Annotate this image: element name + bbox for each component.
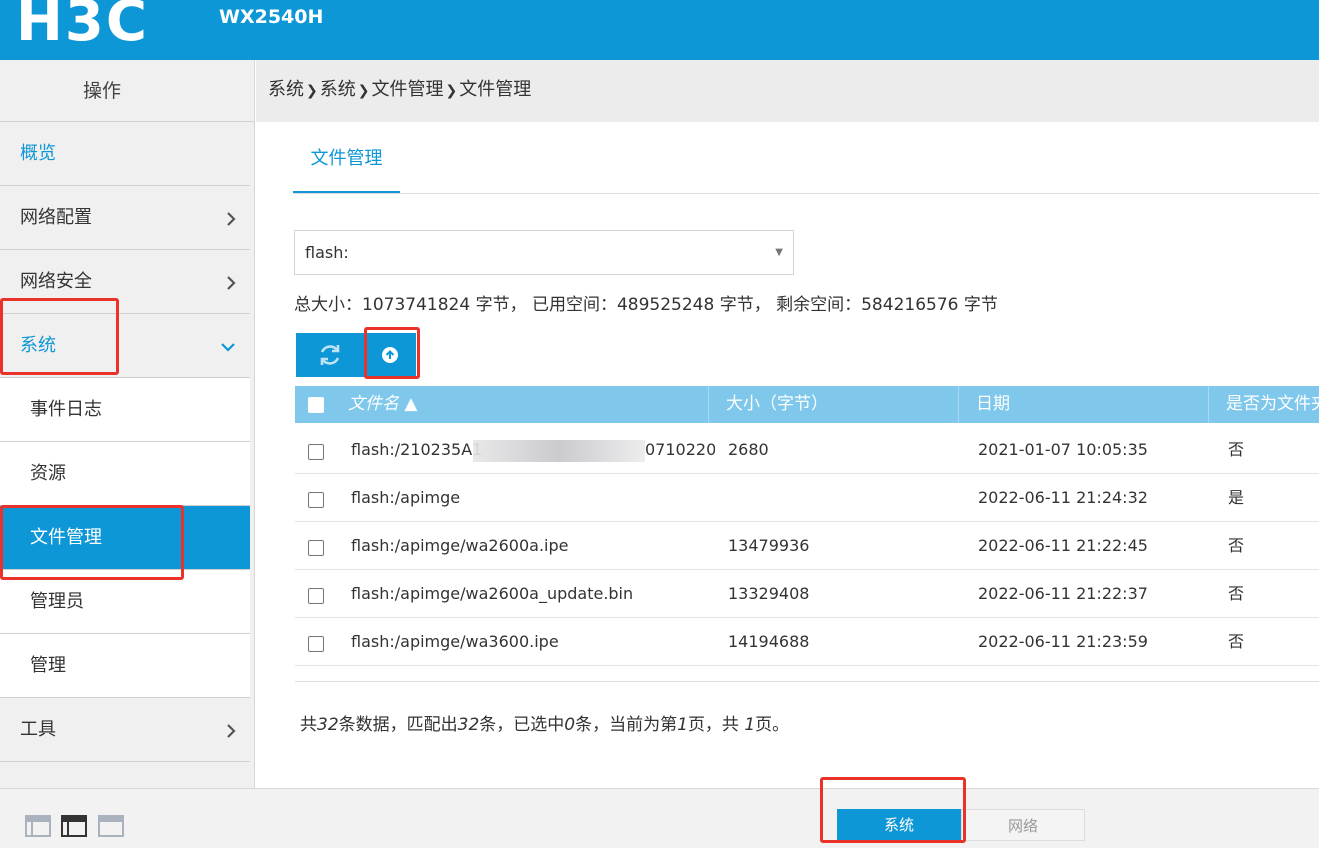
cell-date: 2022-06-11 21:22:45 [978,536,1148,555]
file-table: 文件名 ▲ 大小（字节） 日期 是否为文件夹 flash:/210235A1 0… [295,386,1319,682]
summary-text: 页，共 [687,715,745,735]
redacted-region [473,440,645,462]
column-header-size[interactable]: 大小（字节） [708,386,958,423]
storage-select[interactable]: flash: ▼ [294,230,794,275]
top-header: H3C WX2540H [0,0,1319,60]
caret-down-icon: ▼ [775,247,783,258]
summary-selected: 0 [564,715,576,735]
chevron-right-icon [226,698,236,762]
sidebar-item-label: 工具 [20,719,56,740]
footer-bar: 系统 网络 [0,788,1319,848]
pagination-summary: 共32条数据，匹配出32条，已选中0条，当前为第1页，共 1页。 [300,710,789,735]
chevron-down-icon [220,314,236,378]
breadcrumb-item[interactable]: 系统 [268,79,304,100]
cell-date: 2022-06-11 21:23:59 [978,632,1148,651]
sidebar-item-label: 概览 [20,143,56,164]
cell-is-folder: 是 [1228,488,1245,507]
summary-text: 条，当前为第 [575,715,678,735]
summary-text: 条，已选中 [479,715,565,735]
breadcrumb-item[interactable]: 文件管理 [371,79,443,100]
sidebar-title: 操作 [0,60,254,122]
table-row[interactable]: flash:/210235A1 07102206 2680 2021-01-07… [295,426,1319,474]
storage-space-info: 总大小：1073741824 字节， 已用空间：489525248 字节， 剩余… [294,295,998,315]
sidebar-subitem-label: 管理员 [30,591,84,612]
summary-text: 条数据，匹配出 [338,715,458,735]
annotation-highlight-file-management [0,505,184,580]
cell-size: 13479936 [728,536,810,555]
sidebar-item-label: 网络配置 [20,207,92,228]
layout-default-icon[interactable] [61,815,87,837]
cell-size [728,474,928,521]
cell-filename: flash:/apimge/wa3600.ipe [351,632,559,651]
cell-filename: flash:/apimge/wa2600a_update.bin [351,584,634,603]
sidebar-item-tools[interactable]: 工具 [0,698,250,762]
breadcrumb-separator-icon: ❯ [306,83,318,99]
cell-date: 2022-06-11 21:22:37 [978,584,1148,603]
tab-divider [293,193,1319,194]
table-row[interactable]: flash:/apimge 2022-06-11 21:24:32 是 [295,474,1319,522]
chevron-right-icon [226,186,236,250]
cell-is-folder: 否 [1228,440,1245,459]
breadcrumb-item: 文件管理 [459,79,532,100]
cell-is-folder: 否 [1228,632,1245,651]
row-checkbox[interactable] [308,588,324,604]
column-header-is-folder[interactable]: 是否为文件夹 [1208,386,1319,423]
cell-is-folder: 否 [1228,536,1245,555]
layout-full-width-icon[interactable] [98,815,124,837]
summary-text: 页。 [755,715,790,735]
cell-filename: flash:/apimge [351,488,461,507]
cell-date: 2021-01-07 10:05:35 [978,440,1148,459]
refresh-icon [320,345,340,365]
summary-text: 共 [300,715,317,735]
sidebar-subitem-label: 管理 [30,655,66,676]
select-all-checkbox[interactable] [308,397,324,413]
sidebar: 操作 概览 网络配置 网络安全 系统 事件日志 资源 文件管理 管理员 管理 工… [0,60,255,788]
summary-total: 32 [317,715,339,735]
row-checkbox[interactable] [308,540,324,556]
table-row[interactable]: flash:/apimge/wa2600a.ipe 13479936 2022-… [295,522,1319,570]
row-checkbox[interactable] [308,636,324,652]
network-view-button[interactable]: 网络 [961,809,1085,841]
tab-file-management[interactable]: 文件管理 [293,138,400,194]
summary-matched: 32 [457,715,480,735]
cell-is-folder: 否 [1228,584,1245,603]
row-checkbox[interactable] [308,492,324,508]
annotation-highlight-system [0,298,119,375]
sidebar-subitem-event-log[interactable]: 事件日志 [0,378,250,442]
cell-size: 13329408 [728,584,810,603]
breadcrumb-item[interactable]: 系统 [320,79,356,100]
breadcrumb-separator-icon: ❯ [445,83,458,99]
breadcrumb: 系统 ❯ 系统 ❯ 文件管理 ❯ 文件管理 [256,60,1319,122]
refresh-button[interactable] [296,333,364,377]
sidebar-subitem-resources[interactable]: 资源 [0,442,250,506]
row-checkbox[interactable] [308,444,324,460]
cell-size: 2680 [728,440,769,459]
storage-select-value: flash: [305,243,349,262]
chevron-right-icon [226,250,236,314]
sidebar-item-network-config[interactable]: 网络配置 [0,186,250,250]
cell-filename-tail: 07102206 [645,440,715,459]
h3c-logo: H3C [16,0,149,54]
sidebar-item-label: 网络安全 [20,271,92,292]
cell-date: 2022-06-11 21:24:32 [978,488,1148,507]
annotation-highlight-system-view [820,777,966,843]
sidebar-subitem-label: 资源 [30,463,66,484]
cell-size: 14194688 [728,632,810,651]
column-header-date[interactable]: 日期 [958,386,1208,423]
sidebar-item-overview[interactable]: 概览 [0,122,250,186]
sidebar-subitem-management[interactable]: 管理 [0,634,250,698]
table-row[interactable]: flash:/apimge/wa3600.ipe 14194688 2022-0… [295,618,1319,666]
table-header: 文件名 ▲ 大小（字节） 日期 是否为文件夹 [295,386,1319,423]
table-row[interactable]: flash:/apimge/wa2600a_update.bin 1332940… [295,570,1319,618]
layout-left-panel-icon[interactable] [25,815,51,837]
annotation-highlight-upload [364,327,420,379]
summary-page: 1 [677,715,688,735]
column-header-filename[interactable]: 文件名 ▲ [331,386,708,423]
cell-filename: flash:/apimge/wa2600a.ipe [351,536,569,555]
sidebar-subitem-label: 事件日志 [30,399,102,420]
summary-pages: 1 [744,715,756,735]
breadcrumb-separator-icon: ❯ [357,83,370,99]
device-model: WX2540H [219,6,324,28]
